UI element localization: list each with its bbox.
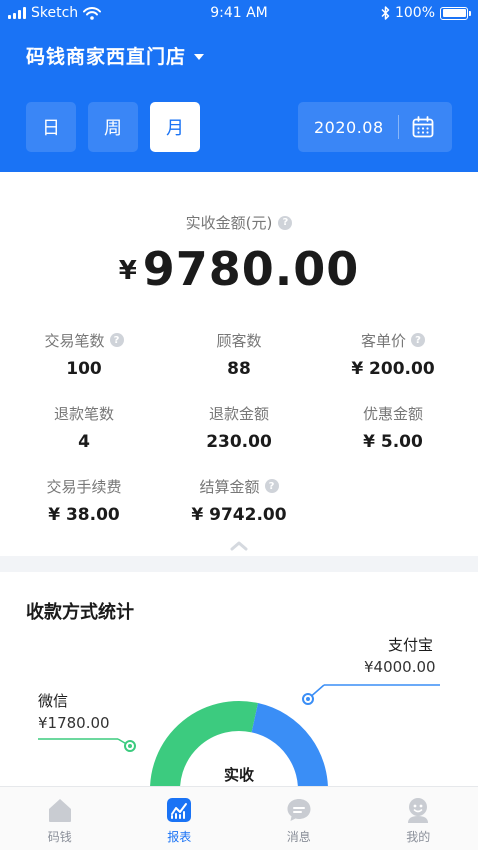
header: 码钱商家西直门店 日 周 月 2020.08 [0,28,478,172]
store-name: 码钱商家西直门店 [26,46,187,68]
period-month-button[interactable]: 月 [150,102,200,152]
stat-discount: 优惠金额 ¥ 5.00 [318,403,468,453]
amount-label-row: 实收金额(元) ? [0,212,478,233]
donut-chart [38,684,440,786]
amount-currency: ¥ [118,256,137,286]
stat-label: 结算金额 [199,477,260,496]
battery-icon [440,6,471,20]
tab-report[interactable]: 报表 [120,787,240,850]
tab-label: 报表 [167,830,192,844]
store-selector[interactable]: 码钱商家西直门店 [26,42,205,69]
tab-label: 消息 [286,830,311,844]
stat-label: 交易笔数 [44,331,105,350]
help-icon[interactable]: ? [411,333,425,347]
collapse-up-icon[interactable] [229,540,249,552]
alipay-name: 支付宝 [388,636,434,654]
help-icon[interactable]: ? [109,333,124,347]
stat-value: 88 [227,359,251,379]
stat-label: 客单价 [360,331,406,350]
status-bar: Sketch 9:41 AM 100% [0,0,478,28]
calendar-icon [411,115,435,139]
tab-label: 我的 [406,830,431,844]
stat-label: 交易手续费 [46,477,122,496]
wechat-marker-dot [128,744,132,748]
stat-label: 退款笔数 [53,404,114,423]
battery-percent: 100% [394,5,435,21]
stat-refund-amount: 退款金额 230.00 [164,403,314,453]
stat-avg-price: 客单价? ¥ 200.00 [318,330,468,380]
payment-methods-card: 收款方式统计 支付宝 ¥4000.00 微信 ¥1780.00 实收 [0,572,478,786]
help-icon[interactable]: ? [264,479,279,493]
stat-value: ¥ 200.00 [351,359,435,379]
amount-total: ¥9780.00 [0,242,478,296]
stat-customers: 顾客数 88 [164,330,314,380]
alipay-marker-dot [306,697,310,701]
amount-label: 实收金额(元) [185,214,273,232]
tab-profile[interactable]: 我的 [359,787,478,850]
stat-value: ¥ 5.00 [363,432,423,452]
wechat-name: 微信 [38,692,69,710]
message-icon [287,799,311,821]
status-right: 100% [381,5,471,21]
date-divider [397,115,399,139]
caret-down-icon [194,54,205,60]
stat-value: 4 [78,432,90,452]
alipay-value: ¥4000.00 [364,658,436,676]
stat-value: 100 [66,359,102,379]
tab-label: 码钱 [47,830,72,844]
stat-settlement: 结算金额? ¥ 9742.00 [164,476,314,526]
date-picker[interactable]: 2020.08 [298,102,452,152]
period-day-button[interactable]: 日 [26,102,76,152]
wechat-value: ¥1780.00 [38,714,110,732]
profile-icon [408,798,429,823]
stat-value: ¥ 9742.00 [191,505,287,525]
stat-label: 顾客数 [216,331,262,350]
period-week-button[interactable]: 周 [88,102,138,152]
tab-home[interactable]: 码钱 [0,787,120,850]
tab-messages[interactable]: 消息 [239,787,359,850]
stat-value: ¥ 38.00 [48,505,120,525]
report-icon [167,798,192,822]
amount-value: 9780.00 [142,242,360,296]
home-icon [48,799,71,822]
date-text: 2020.08 [314,117,384,137]
tab-bar: 码钱 报表 消息 我的 [0,786,478,850]
summary-card: 实收金额(元) ? ¥9780.00 交易笔数? 100 顾客数 88 客单价?… [0,172,478,556]
help-icon[interactable]: ? [278,215,293,230]
bluetooth-icon [381,6,390,20]
stat-label: 退款金额 [208,404,269,423]
stat-refund-count: 退款笔数 4 [9,403,159,453]
stat-fee: 交易手续费 ¥ 38.00 [9,476,159,526]
stat-value: 230.00 [206,432,272,452]
stat-label: 优惠金额 [362,404,423,423]
stat-transactions: 交易笔数? 100 [9,330,159,379]
donut-center-label: 实收 [223,766,254,784]
